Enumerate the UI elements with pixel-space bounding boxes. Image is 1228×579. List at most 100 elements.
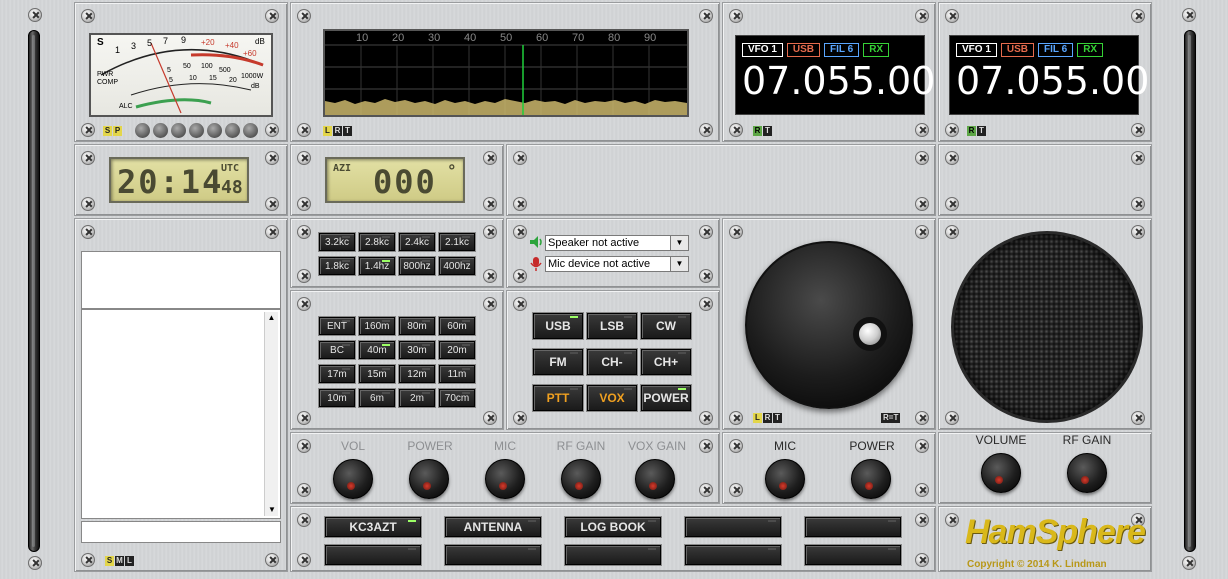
mode-cw-button[interactable]: CW [641, 313, 691, 339]
mic-select[interactable]: Mic device not active ▼ [545, 256, 689, 272]
filter-button[interactable]: 3.2kc [319, 233, 355, 251]
chat-input[interactable] [81, 521, 281, 543]
azimuth-display[interactable]: AZI 000 ° [325, 157, 465, 203]
tuning-dial[interactable] [745, 241, 913, 409]
vfo-a-channel-r[interactable]: R [753, 126, 762, 136]
band-button[interactable]: 70cm [439, 389, 475, 407]
log-mode-l[interactable]: L [125, 556, 134, 566]
channel-down-button[interactable]: CH- [587, 349, 637, 375]
power-button[interactable]: POWER [641, 385, 691, 411]
vfo-b-tag-filter[interactable]: FIL 6 [1038, 43, 1074, 57]
chevron-down-icon[interactable]: ▼ [670, 257, 688, 271]
vfo-a-tag-vfo[interactable]: VFO 1 [742, 43, 783, 57]
meter-mode-indicator[interactable]: S P [103, 126, 122, 136]
meter-mode-p[interactable]: P [113, 126, 122, 136]
channel-up-button[interactable]: CH+ [641, 349, 691, 375]
meter-mode-s[interactable]: S [103, 126, 112, 136]
filter-button[interactable]: 1.4hz [359, 257, 395, 275]
band-button[interactable]: 60m [439, 317, 475, 335]
memory-button-antenna[interactable]: ANTENNA [445, 517, 541, 537]
tuning-channel-indicator[interactable]: L R T [753, 413, 782, 423]
vol-knob[interactable] [333, 459, 373, 499]
band-button[interactable]: 40m [359, 341, 395, 359]
mode-usb-button[interactable]: USB [533, 313, 583, 339]
band-button[interactable]: 11m [439, 365, 475, 383]
memory-button[interactable] [805, 545, 901, 565]
scroll-up-icon[interactable]: ▲ [265, 312, 278, 324]
vfo-a-channel-t[interactable]: T [763, 126, 772, 136]
vfo-b-frequency[interactable]: 07.055.00 [956, 59, 1149, 103]
speaker-rf-gain-knob[interactable] [1067, 453, 1107, 493]
vfo-b-tag-mode[interactable]: USB [1000, 43, 1035, 57]
vfo-b-tag-vfo[interactable]: VFO 1 [956, 43, 997, 57]
filter-button[interactable]: 400hz [439, 257, 475, 275]
volume-knob[interactable] [981, 453, 1021, 493]
vfo-a-frequency[interactable]: 07.055.00 [742, 59, 935, 103]
filter-button[interactable]: 800hz [399, 257, 435, 275]
vfo-a-tag-rx[interactable]: RX [863, 43, 890, 57]
vfo-a-tag-filter[interactable]: FIL 6 [824, 43, 860, 57]
band-button[interactable]: 80m [399, 317, 435, 335]
vfo-b-channel-r[interactable]: R [967, 126, 976, 136]
filter-button[interactable]: 1.8kc [319, 257, 355, 275]
spectrum-channel-l[interactable]: L [323, 126, 332, 136]
spectrum-channel-r[interactable]: R [333, 126, 342, 136]
band-button[interactable]: 6m [359, 389, 395, 407]
mode-fm-button[interactable]: FM [533, 349, 583, 375]
speaker-select[interactable]: Speaker not active ▼ [545, 235, 689, 251]
tuning-channel-r[interactable]: R [763, 413, 772, 423]
mode-lsb-button[interactable]: LSB [587, 313, 637, 339]
log-mode-m[interactable]: M [115, 556, 124, 566]
memory-button-callsign[interactable]: KC3AZT [325, 517, 421, 537]
band-button[interactable]: 30m [399, 341, 435, 359]
rit-indicator[interactable]: R=T [881, 413, 901, 423]
band-button[interactable]: 2m [399, 389, 435, 407]
band-button[interactable]: 160m [359, 317, 395, 335]
rf-gain-knob[interactable] [561, 459, 601, 499]
vfo-a-channel-indicator[interactable]: R T [753, 126, 772, 136]
vfo-b-channel-indicator[interactable]: R T [967, 126, 986, 136]
scroll-down-icon[interactable]: ▼ [265, 504, 279, 516]
band-button[interactable]: 20m [439, 341, 475, 359]
tuning-channel-t[interactable]: T [773, 413, 782, 423]
band-button[interactable]: BC [319, 341, 355, 359]
band-button[interactable]: 10m [319, 389, 355, 407]
memory-button[interactable] [325, 545, 421, 565]
tx-power-knob[interactable] [851, 459, 891, 499]
log-mode-indicator[interactable]: S M L [105, 556, 134, 566]
band-button[interactable]: ENT [319, 317, 355, 335]
band-button[interactable]: 17m [319, 365, 355, 383]
spectrum-channel-indicator[interactable]: L R T [323, 126, 352, 136]
mic-gain-knob[interactable] [765, 459, 805, 499]
log-header-box[interactable] [81, 251, 281, 309]
vox-gain-knob[interactable] [635, 459, 675, 499]
memory-button-logbook[interactable]: LOG BOOK [565, 517, 661, 537]
log-text-area[interactable]: ▲ ▼ [81, 309, 281, 519]
band-button[interactable]: 12m [399, 365, 435, 383]
vfo-a-display[interactable]: VFO 1 USB FIL 6 RX 07.055.00 [735, 35, 935, 115]
memory-button[interactable] [565, 545, 661, 565]
memory-button[interactable] [685, 517, 781, 537]
filter-button[interactable]: 2.1kc [439, 233, 475, 251]
memory-button[interactable] [445, 545, 541, 565]
log-scrollbar[interactable]: ▲ ▼ [264, 312, 278, 516]
vfo-b-channel-t[interactable]: T [977, 126, 986, 136]
tuning-channel-l[interactable]: L [753, 413, 762, 423]
band-button[interactable]: 15m [359, 365, 395, 383]
spectrum-channel-t[interactable]: T [343, 126, 352, 136]
memory-button[interactable] [685, 545, 781, 565]
filter-button[interactable]: 2.8kc [359, 233, 395, 251]
screw-icon [265, 123, 279, 137]
ptt-button[interactable]: PTT [533, 385, 583, 411]
power-knob[interactable] [409, 459, 449, 499]
vfo-a-tag-mode[interactable]: USB [786, 43, 821, 57]
memory-button[interactable] [805, 517, 901, 537]
vfo-b-display[interactable]: VFO 1 USB FIL 6 RX 07.055.00 [949, 35, 1149, 115]
mic-knob[interactable] [485, 459, 525, 499]
filter-button[interactable]: 2.4kc [399, 233, 435, 251]
spectrum-display[interactable]: 10 20 30 40 50 60 70 80 90 [323, 29, 689, 117]
vox-button[interactable]: VOX [587, 385, 637, 411]
log-mode-s[interactable]: S [105, 556, 114, 566]
vfo-b-tag-rx[interactable]: RX [1077, 43, 1104, 57]
chevron-down-icon[interactable]: ▼ [670, 236, 688, 250]
